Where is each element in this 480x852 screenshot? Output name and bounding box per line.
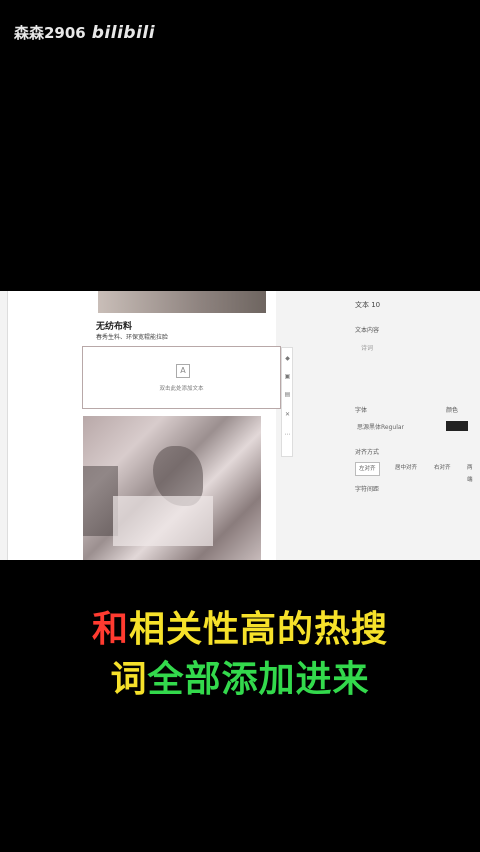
subtitle-segment: 和 <box>91 609 129 650</box>
align-right-button[interactable]: 右对齐 <box>431 462 454 474</box>
subtitle-segment: 相关性高的热搜 <box>129 609 389 650</box>
textbox-placeholder: 双击此处添加文本 <box>159 386 204 392</box>
font-label: 字体 <box>355 407 368 414</box>
delete-icon[interactable]: ✕ <box>283 410 292 419</box>
color-label: 颜色 <box>446 407 459 414</box>
align-label: 对齐方式 <box>355 449 380 456</box>
lock-icon[interactable]: ◆ <box>283 354 292 363</box>
align-left-button[interactable]: 左对齐 <box>355 462 380 476</box>
content-input[interactable]: 诗词 <box>361 343 373 352</box>
layers-icon[interactable]: ▤ <box>283 390 292 399</box>
subtitle-segment: 全部添加进来 <box>147 659 370 700</box>
watermark: 森森2906 bilibili <box>14 22 155 43</box>
properties-panel: 文本 10 文本内容 诗词 字体 颜色 思源黑体Regular 对齐方式 左对齐… <box>345 291 480 560</box>
card-subtitle[interactable]: 春秀生料、环保宽辊能拉脸 <box>96 332 168 341</box>
copy-icon[interactable]: ▣ <box>283 372 292 381</box>
font-select[interactable]: 思源黑体Regular <box>357 422 404 431</box>
editor-screenshot: 无纺布料 春秀生料、环保宽辊能拉脸 A 双击此处添加文本 ◆ ▣ ▤ ✕ ⋯ 文… <box>0 291 480 560</box>
text-icon: A <box>176 364 190 378</box>
panel-heading: 文本 10 <box>355 301 381 309</box>
color-swatch[interactable] <box>446 421 468 431</box>
content-label: 文本内容 <box>355 327 380 334</box>
top-image[interactable] <box>98 291 266 313</box>
align-center-button[interactable]: 居中对齐 <box>392 462 420 474</box>
subtitle-line-2: 词全部添加进来 <box>0 650 480 702</box>
watermark-user: 森森2906 <box>14 24 86 42</box>
bilibili-logo: bilibili <box>91 22 156 43</box>
selected-text-box[interactable]: A 双击此处添加文本 <box>82 346 281 409</box>
design-canvas[interactable]: 无纺布料 春秀生料、环保宽辊能拉脸 A 双击此处添加文本 <box>7 291 281 560</box>
element-toolbar: ◆ ▣ ▤ ✕ ⋯ <box>281 347 293 457</box>
more-icon[interactable]: ⋯ <box>283 430 292 439</box>
align-justify-button[interactable]: 两端 <box>464 462 480 483</box>
subtitle-line-1: 和相关性高的热搜 <box>0 600 480 652</box>
subtitle-segment: 词 <box>110 659 148 700</box>
card-title[interactable]: 无纺布料 <box>96 319 132 332</box>
product-photo[interactable] <box>83 416 261 560</box>
spacing-label: 字符间距 <box>355 486 380 493</box>
